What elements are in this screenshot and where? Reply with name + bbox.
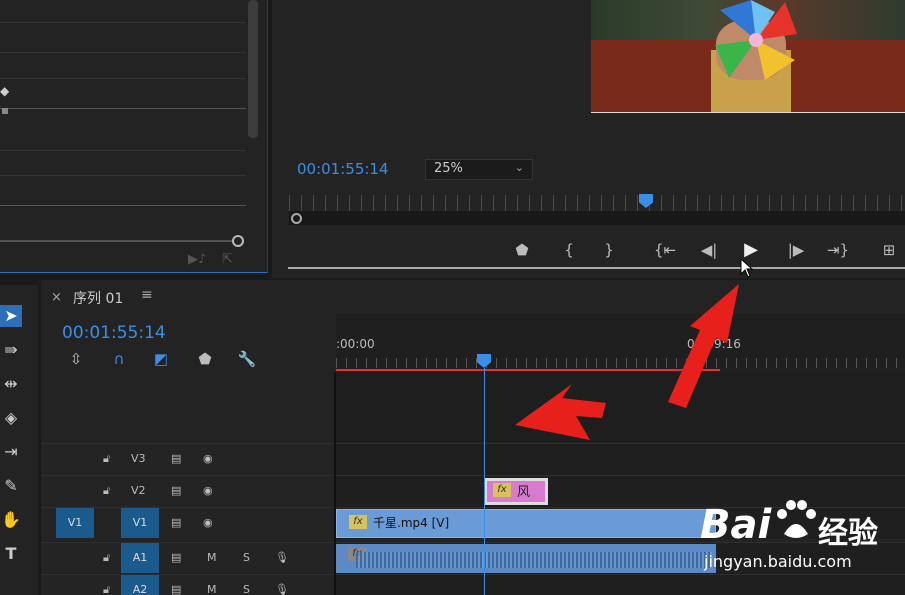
watermark: Bai 经验 jingyan.baidu.com bbox=[700, 490, 900, 590]
arrow-to-play-icon bbox=[668, 284, 739, 408]
baidu-paw-icon bbox=[777, 500, 816, 538]
watermark-brand: Bai bbox=[700, 502, 772, 548]
arrow-to-timeline-icon bbox=[515, 384, 606, 440]
watermark-url: jingyan.baidu.com bbox=[704, 552, 852, 571]
watermark-brand-cn: 经验 bbox=[818, 516, 878, 551]
